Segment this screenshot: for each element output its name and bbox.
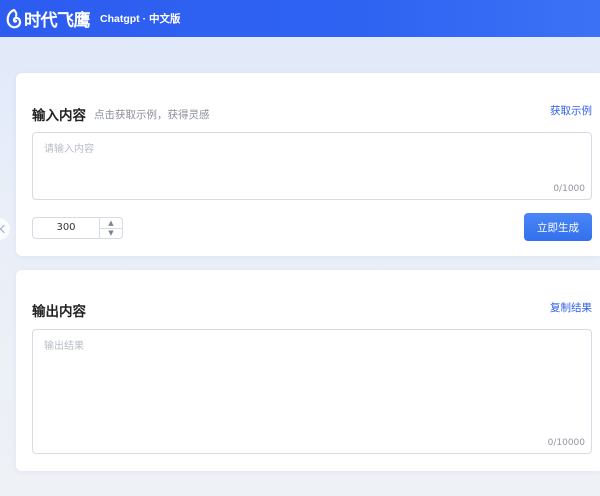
input-card: 输入内容 点击获取示例，获得灵感 获取示例 请输入内容 0/1000 300 ▲… <box>16 73 600 256</box>
brand-logo[interactable]: 时代飞鹰 <box>6 6 91 31</box>
generate-button[interactable]: 立即生成 <box>524 213 592 241</box>
chevron-left-icon[interactable] <box>0 218 10 240</box>
output-textarea[interactable]: 输出结果 0/10000 <box>32 329 592 454</box>
input-textarea[interactable]: 请输入内容 0/1000 <box>32 132 592 200</box>
copy-result-link[interactable]: 复制结果 <box>550 300 592 315</box>
length-stepper[interactable]: 300 ▲ ▼ <box>32 217 123 239</box>
input-hint: 点击获取示例，获得灵感 <box>94 109 210 121</box>
output-char-counter: 0/10000 <box>547 438 585 448</box>
output-card: 输出内容 复制结果 输出结果 0/10000 <box>16 270 600 471</box>
caret-down-icon[interactable]: ▼ <box>100 227 122 239</box>
brand-name: 时代飞鹰 <box>24 11 91 31</box>
output-placeholder: 输出结果 <box>44 341 84 352</box>
input-char-counter: 0/1000 <box>553 184 585 194</box>
input-title: 输入内容 <box>32 108 86 124</box>
eagle-logo-icon <box>6 8 22 28</box>
stepper-arrows: ▲ ▼ <box>99 218 122 238</box>
caret-up-icon[interactable]: ▲ <box>100 218 122 228</box>
input-placeholder: 请输入内容 <box>44 144 94 155</box>
app-header: 时代飞鹰 Chatgpt · 中文版 <box>0 0 600 37</box>
output-title: 输出内容 <box>32 304 86 320</box>
app-name: Chatgpt · 中文版 <box>100 13 181 25</box>
get-example-link[interactable]: 获取示例 <box>550 103 592 118</box>
stepper-value[interactable]: 300 <box>33 218 99 238</box>
